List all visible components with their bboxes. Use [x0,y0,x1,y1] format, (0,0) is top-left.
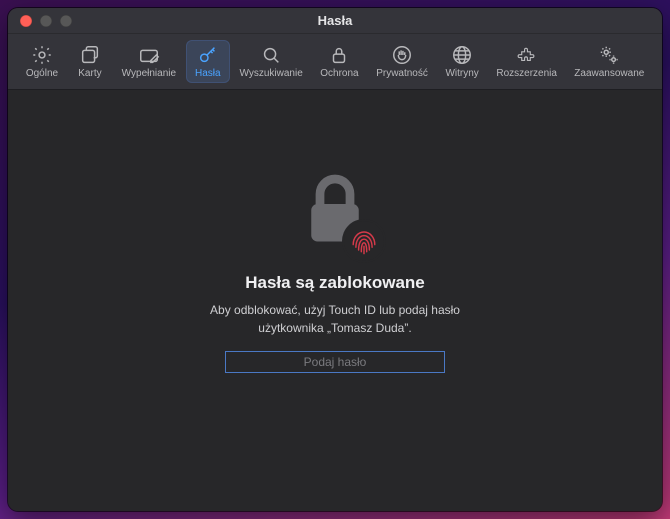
tab-tabs[interactable]: Karty [68,40,112,83]
search-icon [260,44,282,66]
tab-autofill[interactable]: Wypełnianie [114,40,184,83]
lock-icon [328,44,350,66]
preferences-toolbar: Ogólne Karty Wypełnianie Hasła [8,34,662,90]
minimize-window-button[interactable] [40,15,52,27]
tab-label: Wypełnianie [122,68,176,79]
tab-label: Ogólne [26,68,58,79]
puzzle-icon [516,44,538,66]
passwords-locked-panel: Hasła są zablokowane Aby odblokować, uży… [8,90,662,511]
fingerprint-icon [344,221,384,261]
tab-label: Zaawansowane [574,68,644,79]
traffic-lights [8,15,72,27]
locked-subtitle: Aby odblokować, użyj Touch ID lub podaj … [185,301,485,337]
tab-security[interactable]: Ochrona [312,40,366,83]
hand-icon [391,44,413,66]
tab-label: Prywatność [376,68,428,79]
pencil-card-icon [138,44,160,66]
close-window-button[interactable] [20,15,32,27]
tab-privacy[interactable]: Prywatność [368,40,435,83]
locked-heading: Hasła są zablokowane [245,273,425,293]
tab-general[interactable]: Ogólne [18,40,66,83]
key-icon [197,44,219,66]
gears-icon [598,44,620,66]
tab-label: Wyszukiwanie [240,68,303,79]
tab-label: Hasła [195,68,221,79]
window-title: Hasła [8,13,662,28]
tabs-icon [79,44,101,66]
gear-icon [31,44,53,66]
password-input[interactable] [225,351,445,373]
window-titlebar: Hasła [8,8,662,34]
globe-icon [451,44,473,66]
tab-websites[interactable]: Witryny [438,40,487,83]
tab-extensions[interactable]: Rozszerzenia [489,40,565,83]
tab-label: Karty [78,68,101,79]
preferences-window: Hasła Ogólne Karty Wypełnianie [8,8,662,511]
tab-label: Ochrona [320,68,358,79]
tab-advanced[interactable]: Zaawansowane [567,40,652,83]
lock-graphic [290,169,380,259]
tab-label: Rozszerzenia [496,68,557,79]
tab-search[interactable]: Wyszukiwanie [232,40,311,83]
tab-passwords[interactable]: Hasła [186,40,230,83]
tab-label: Witryny [445,68,478,79]
zoom-window-button[interactable] [60,15,72,27]
